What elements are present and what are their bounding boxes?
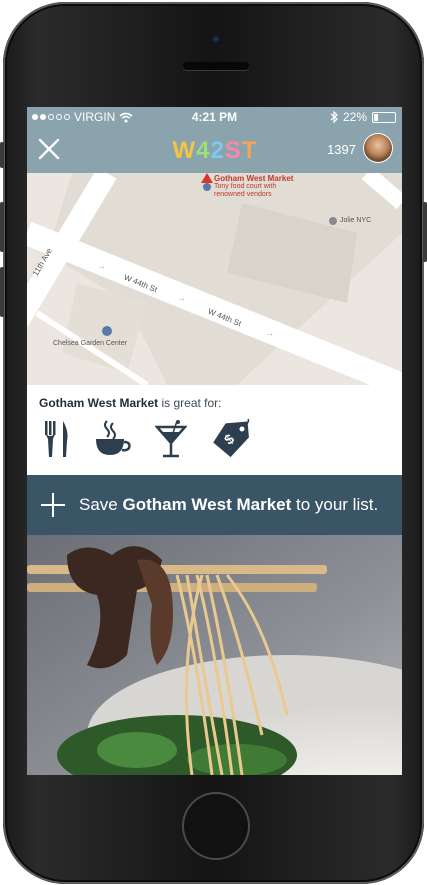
- home-button[interactable]: [182, 792, 250, 860]
- volume-down-button: [0, 267, 4, 317]
- save-label: Save Gotham West Market to your list.: [79, 495, 378, 515]
- app-logo: W42ST: [172, 137, 257, 164]
- battery-percent: 22%: [342, 110, 367, 124]
- app-screen: VIRGIN 4:21 PM 22% W42ST 1397 → → → Goth…: [27, 107, 402, 775]
- great-for-section: Gotham West Market is great for: $: [27, 385, 402, 475]
- map-view[interactable]: → → → Gotham West Market Tony food court…: [27, 166, 402, 397]
- status-bar: VIRGIN 4:21 PM 22%: [27, 107, 402, 127]
- save-venue-name: Gotham West Market: [122, 495, 292, 514]
- price-tag-icon[interactable]: $: [209, 419, 253, 459]
- map-graphic: → → →: [27, 166, 402, 397]
- great-for-caption: Gotham West Market is great for:: [39, 396, 222, 410]
- svg-text:→: →: [265, 328, 274, 338]
- svg-text:→: →: [177, 293, 186, 303]
- map-place-name: Gotham West Market: [214, 174, 294, 183]
- earpiece-speaker: [183, 62, 249, 70]
- svg-text:W42ST: W42ST: [172, 137, 257, 164]
- user-avatar[interactable]: [364, 134, 392, 162]
- great-for-suffix: is great for:: [158, 396, 222, 410]
- coffee-cup-icon[interactable]: [93, 419, 133, 459]
- map-place-desc-2: renowned vendors: [214, 191, 272, 198]
- svg-text:→: →: [97, 261, 106, 271]
- front-camera: [211, 34, 221, 44]
- map-label-chelsea: Chelsea Garden Center: [53, 340, 127, 347]
- battery-info: 22%: [330, 110, 396, 124]
- silent-switch: [0, 142, 4, 168]
- venue-photo: [27, 535, 402, 775]
- battery-icon: [372, 111, 396, 123]
- great-for-icons: $: [41, 419, 253, 459]
- header-bar: W42ST 1397: [27, 127, 402, 173]
- poi-chelsea-icon: [102, 326, 112, 336]
- plus-icon: [41, 493, 65, 517]
- fork-knife-icon[interactable]: [41, 419, 71, 459]
- poi-jolie-icon: [329, 217, 337, 225]
- noodles-image: [27, 535, 402, 775]
- save-prefix: Save: [79, 495, 123, 514]
- points-count: 1397: [327, 142, 356, 157]
- cocktail-icon[interactable]: [155, 419, 187, 459]
- save-to-list-button[interactable]: Save Gotham West Market to your list.: [27, 475, 402, 535]
- save-suffix: to your list.: [291, 495, 379, 514]
- map-place-desc-1: Tony food court with: [214, 183, 277, 190]
- bluetooth-icon: [330, 111, 338, 123]
- close-icon[interactable]: [36, 136, 62, 162]
- venue-name: Gotham West Market: [39, 396, 159, 410]
- power-button: [423, 202, 427, 262]
- map-label-jolie: Jolie NYC: [340, 217, 372, 224]
- volume-up-button: [0, 202, 4, 252]
